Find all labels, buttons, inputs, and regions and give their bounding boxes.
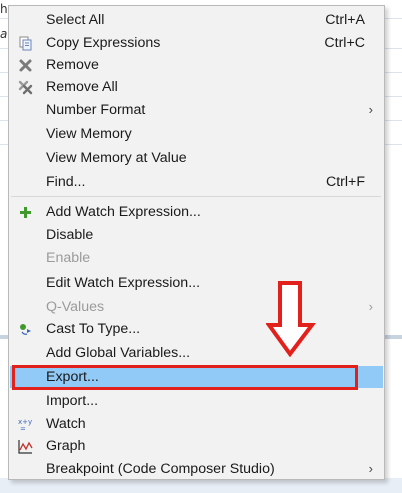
- remove-all-icon: [18, 80, 33, 95]
- menu-item-label: Edit Watch Expression...: [46, 275, 201, 291]
- menu-item-add-global-variables[interactable]: Add Global Variables...: [10, 342, 383, 364]
- menu-item-label: Select All: [46, 12, 105, 28]
- menu-item-shortcut: Ctrl+F: [325, 174, 365, 190]
- menu-item-breakpoint-ccs[interactable]: Breakpoint (Code Composer Studio) ›: [10, 458, 383, 480]
- menu-item-disable[interactable]: Disable: [10, 224, 383, 246]
- cast-icon: [20, 324, 31, 335]
- menu-item-label: Breakpoint (Code Composer Studio): [46, 461, 275, 477]
- menu-item-remove[interactable]: Remove: [10, 54, 383, 76]
- menu-separator: [11, 196, 381, 197]
- menu-item-watch[interactable]: x+y = Watch: [10, 413, 383, 435]
- menu-item-q-values: Q-Values ›: [10, 296, 383, 318]
- menu-item-label: Remove All: [46, 79, 118, 95]
- background-text: h: [0, 2, 8, 16]
- menu-item-copy-expressions[interactable]: Copy Expressions Ctrl+C: [10, 32, 383, 54]
- menu-item-label: Number Format: [46, 102, 146, 118]
- menu-item-label: Copy Expressions: [46, 35, 161, 51]
- menu-item-import[interactable]: Import...: [10, 390, 383, 412]
- copy-icon: [19, 36, 32, 51]
- watch-xy-icon: x+y =: [18, 418, 32, 432]
- menu-item-view-memory-at-value[interactable]: View Memory at Value: [10, 147, 383, 169]
- menu-item-label: View Memory at Value: [46, 150, 187, 166]
- menu-item-label: Q-Values: [46, 299, 105, 315]
- menu-item-shortcut: Ctrl+A: [325, 12, 365, 28]
- menu-item-label: Add Global Variables...: [46, 345, 191, 361]
- menu-item-view-memory[interactable]: View Memory: [10, 123, 383, 145]
- submenu-arrow-icon: ›: [368, 299, 373, 314]
- background-footer: [0, 478, 402, 493]
- graph-icon: [18, 440, 33, 454]
- menu-item-label: Find...: [46, 174, 86, 190]
- menu-item-label: Remove: [46, 57, 99, 73]
- annotation-arrow-icon: [266, 281, 316, 357]
- add-icon: [20, 207, 31, 218]
- svg-text:=: =: [20, 425, 26, 432]
- menu-item-find[interactable]: Find... Ctrl+F: [10, 171, 383, 193]
- menu-item-remove-all[interactable]: Remove All: [10, 76, 383, 98]
- menu-item-enable: Enable: [10, 247, 383, 269]
- menu-item-label: Watch: [46, 416, 86, 432]
- menu-item-label: Cast To Type...: [46, 321, 141, 337]
- menu-item-label: Enable: [46, 250, 91, 266]
- menu-item-label: Disable: [46, 227, 94, 243]
- menu-item-label: Add Watch Expression...: [46, 204, 201, 220]
- context-menu: Select All Ctrl+A Copy Expressions Ctrl+…: [8, 5, 385, 480]
- menu-item-label: Graph: [46, 438, 86, 454]
- menu-item-shortcut: Ctrl+C: [324, 35, 365, 51]
- menu-item-cast-to-type[interactable]: Cast To Type...: [10, 318, 383, 340]
- menu-item-graph[interactable]: Graph: [10, 435, 383, 457]
- menu-item-number-format[interactable]: Number Format ›: [10, 99, 383, 121]
- menu-item-label: Import...: [46, 393, 99, 409]
- submenu-arrow-icon: ›: [368, 102, 373, 117]
- menu-item-select-all[interactable]: Select All Ctrl+A: [10, 9, 383, 31]
- annotation-highlight-box: [12, 365, 358, 390]
- remove-icon: [19, 59, 32, 72]
- menu-item-label: View Memory: [46, 126, 132, 142]
- background-text: a: [0, 27, 8, 41]
- menu-item-add-watch-expression[interactable]: Add Watch Expression...: [10, 201, 383, 223]
- submenu-arrow-icon: ›: [368, 461, 373, 476]
- menu-item-edit-watch-expression[interactable]: Edit Watch Expression...: [10, 272, 383, 294]
